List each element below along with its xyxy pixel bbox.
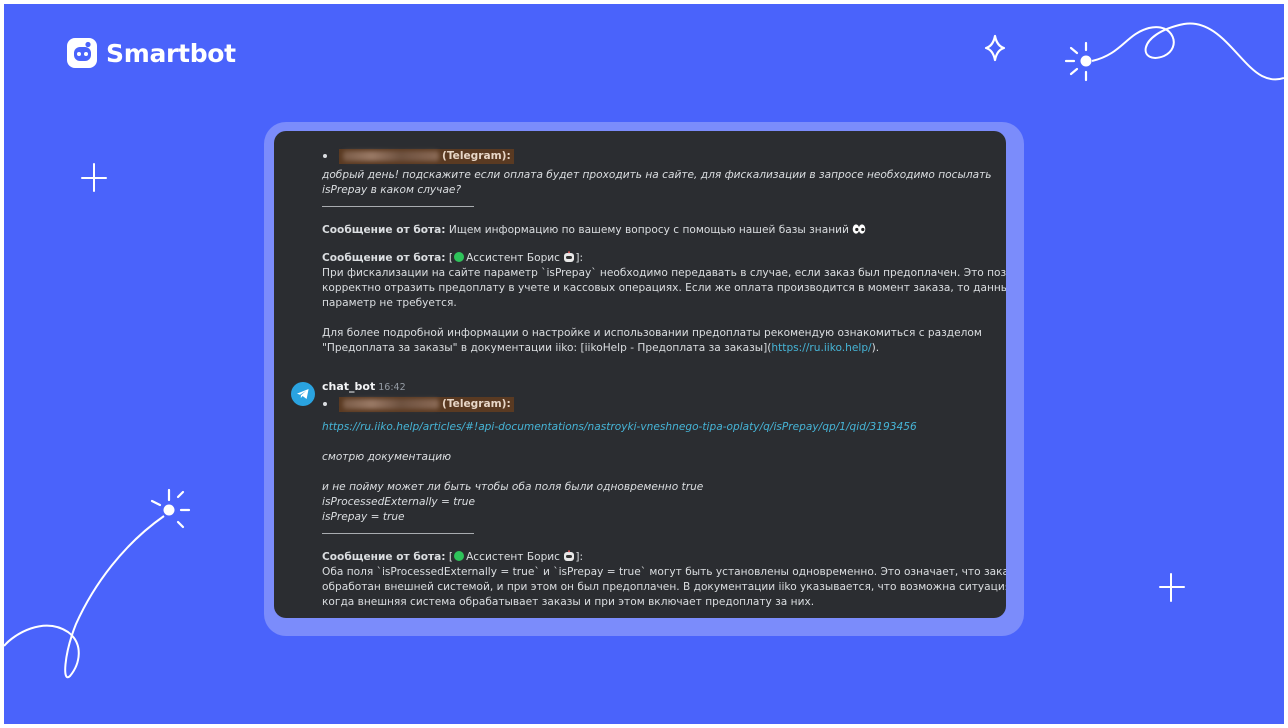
separator-line [322,206,474,207]
robot-logo-icon [67,38,97,68]
sparkle-icon-top [984,34,1006,62]
bullet-point [323,154,327,158]
bot-answer-line: При фискализации на сайте параметр `isPr… [322,267,1006,279]
plus-sparkle-left [81,163,107,192]
message-header: chat_bot 16:42 [322,379,992,395]
bot-status-message: Сообщение от бота: Ищем информацию по ва… [322,223,992,238]
message-timestamp: 16:42 [378,382,406,393]
bot-answer-line: корректно отразить предоплату в учете и … [322,282,1006,294]
sun-icon-bottom-left [150,488,191,529]
curve-line-top-right [1091,22,1284,81]
docs-link[interactable]: https://ru.iiko.help/ [771,342,871,354]
robot-emoji-icon [564,251,575,262]
plus-sparkle-right [1159,573,1185,602]
user-question-line: добрый день! подскажите если оплата буде… [322,169,992,181]
bot-more-info-line: Для более подробной информации о настрой… [322,327,982,339]
curve-line-bottom-left [4,515,165,679]
user-mention[interactable]: (Telegram): [339,396,514,412]
green-circle-icon [454,252,465,262]
eyes-emoji-icon [852,224,866,234]
docs-article-link[interactable]: https://ru.iiko.help/articles/#!api-docu… [322,420,992,435]
sun-icon-top-right [1064,41,1092,82]
brand-name: Smartbot [106,38,236,68]
chat-bot-avatar[interactable] [291,382,315,406]
user-message-line: смотрю документацию [322,451,452,463]
mention-row: (Telegram): [322,395,992,413]
brand-logo: Smartbot [66,37,236,69]
bullet-point [323,402,327,406]
chat-window: (Telegram): добрый день! подскажите если… [274,131,1006,618]
user-question-line: isPrepay в каком случае? [322,184,462,196]
green-circle-icon [454,551,465,561]
blurred-username [343,151,439,161]
bot-answer-line: параметр не требуется. [322,297,457,309]
user-message-line: isPrepay = true [322,511,405,523]
message-author[interactable]: chat_bot [322,380,375,393]
user-mention[interactable]: (Telegram): [339,148,514,164]
bot-answer-header: Сообщение от бота: [Ассистент Борис ]: [322,550,584,563]
robot-emoji-icon [564,550,575,561]
bot-answer-line: обработан внешней системой, и при этом о… [322,581,1006,593]
bot-answer-header: Сообщение от бота: [Ассистент Борис ]: [322,251,584,264]
separator-line [322,533,474,534]
user-message-line: isProcessedExternally = true [322,496,476,508]
bot-more-info-line: "Предоплата за заказы" в документации ii… [322,342,880,354]
bot-answer-line: Оба поля `isProcessedExternally = true` … [322,566,1006,578]
message-block-2: chat_bot 16:42 (Telegram): https://ru.iik… [322,379,1006,610]
user-message-line: и не пойму может ли быть чтобы оба поля … [322,481,704,493]
bot-answer-line: когда внешняя система обрабатывает заказ… [322,596,815,608]
telegram-icon [297,389,309,399]
mention-row: (Telegram): [322,147,992,165]
blurred-username [343,399,439,409]
message-block-1: (Telegram): добрый день! подскажите если… [322,147,1006,356]
